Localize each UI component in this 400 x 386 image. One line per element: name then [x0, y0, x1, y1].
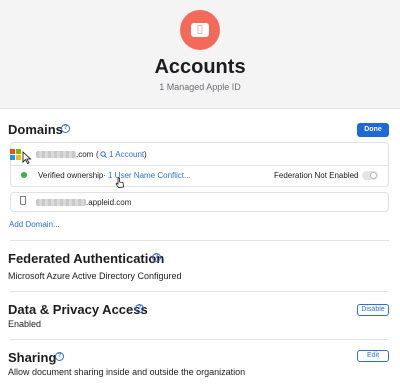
page-title: Accounts — [154, 56, 246, 78]
add-domain-link[interactable]: Add Domain... — [9, 220, 60, 229]
info-icon[interactable]: ? — [55, 352, 64, 361]
privacy-value: Enabled — [8, 319, 42, 329]
domain2-suffix: .appleid.com — [86, 198, 132, 207]
domains-title: Domains — [8, 122, 63, 137]
separator-dot: · — [103, 171, 106, 180]
redacted-domain-name — [36, 151, 76, 158]
apple-id-card-icon:  — [180, 10, 220, 50]
microsoft-logo-icon — [10, 149, 21, 160]
accounts-close-paren: ) — [144, 150, 147, 159]
federation-toggle[interactable] — [362, 171, 378, 180]
domain1-suffix: .com — [76, 150, 94, 159]
edit-button[interactable]: Edit — [357, 350, 389, 362]
federated-auth-value: Microsoft Azure Active Directory Configu… — [8, 271, 182, 281]
info-icon[interactable]: ? — [135, 304, 144, 313]
redacted-domain-name-2 — [36, 199, 86, 206]
section-divider — [10, 339, 389, 340]
sharing-title: Sharing — [8, 350, 57, 365]
disable-button[interactable]: Disable — [357, 304, 389, 316]
accounts-open-paren: ( — [96, 150, 99, 159]
page-subtitle: 1 Managed Apple ID — [159, 82, 241, 92]
verified-ownership-text: Verified ownership — [38, 171, 104, 180]
search-icon — [100, 151, 107, 158]
apple-logo-icon:  — [20, 195, 26, 206]
done-button[interactable]: Done — [357, 123, 389, 137]
info-icon[interactable]: ? — [61, 124, 70, 133]
accounts-link[interactable]: 1 Account — [109, 150, 144, 159]
card-divider — [10, 165, 389, 166]
settings-panel: Domains ? Done .com ( 1 Account ) Verifi… — [0, 108, 400, 386]
page-header:  Accounts 1 Managed Apple ID — [0, 0, 400, 108]
mouse-pointer-icon — [22, 151, 32, 165]
federated-auth-title: Federated Authentication — [8, 251, 165, 266]
section-divider — [10, 291, 389, 292]
hand-pointer-icon — [115, 177, 124, 188]
info-icon[interactable]: ? — [152, 253, 161, 262]
sharing-value: Allow document sharing inside and outsid… — [8, 367, 246, 377]
privacy-title: Data & Privacy Access — [8, 302, 148, 317]
section-divider — [10, 240, 389, 241]
verified-status-dot — [21, 172, 27, 178]
federation-status-text: Federation Not Enabled — [274, 171, 359, 180]
